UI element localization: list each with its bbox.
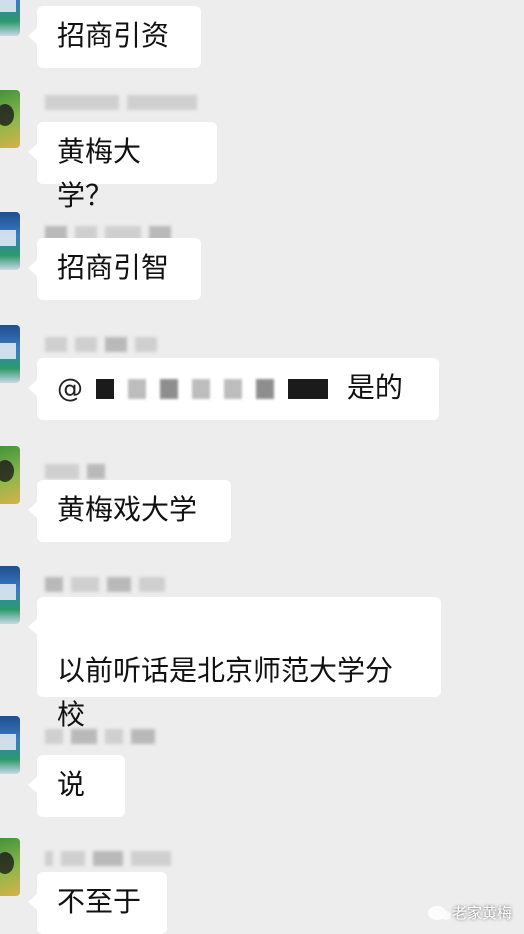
watermark: 老家黄梅 — [427, 902, 512, 923]
watermark-label: 老家黄梅 — [451, 904, 512, 922]
avatar[interactable] — [0, 838, 20, 896]
message-bubble[interactable]: @ 是的 — [28, 358, 439, 420]
sender-name-redacted — [45, 94, 197, 110]
message-text: 是的 — [346, 371, 403, 404]
mention-symbol: @ — [57, 374, 83, 404]
sender-name-redacted — [45, 576, 165, 592]
sender-name-redacted — [45, 728, 155, 744]
message-bubble[interactable]: 招商引智 — [28, 238, 201, 300]
avatar[interactable] — [0, 446, 20, 504]
avatar[interactable] — [0, 90, 20, 148]
message-text: 说 — [57, 768, 86, 801]
message-bubble[interactable]: 招商引资 — [28, 6, 201, 68]
message-text: 黄梅戏大学 — [57, 493, 198, 526]
avatar[interactable] — [0, 325, 20, 383]
message-bubble[interactable]: 不至于 — [28, 872, 167, 934]
message-text: 黄梅大学？ — [57, 135, 142, 212]
message-bubble[interactable]: 说 — [28, 755, 125, 817]
avatar[interactable] — [0, 716, 20, 774]
sender-name-redacted — [45, 463, 105, 479]
message-text: 招商引资 — [57, 19, 170, 52]
message-bubble[interactable]: 黄梅大学？ — [28, 122, 217, 212]
wechat-icon — [427, 905, 451, 920]
message-text: 不至于 — [57, 885, 142, 918]
avatar[interactable] — [0, 0, 20, 36]
sender-name-redacted — [45, 336, 157, 352]
mention-redacted — [95, 379, 328, 399]
avatar[interactable] — [0, 566, 20, 624]
avatar[interactable] — [0, 212, 20, 270]
sender-name-redacted — [45, 850, 171, 866]
message-text: 招商引智 — [57, 251, 170, 284]
message-text: 以前听话是北京师范大学分 校 — [57, 654, 394, 731]
message-bubble[interactable]: 以前听话是北京师范大学分 校 — [28, 597, 441, 731]
message-bubble[interactable]: 黄梅戏大学 — [28, 480, 231, 542]
